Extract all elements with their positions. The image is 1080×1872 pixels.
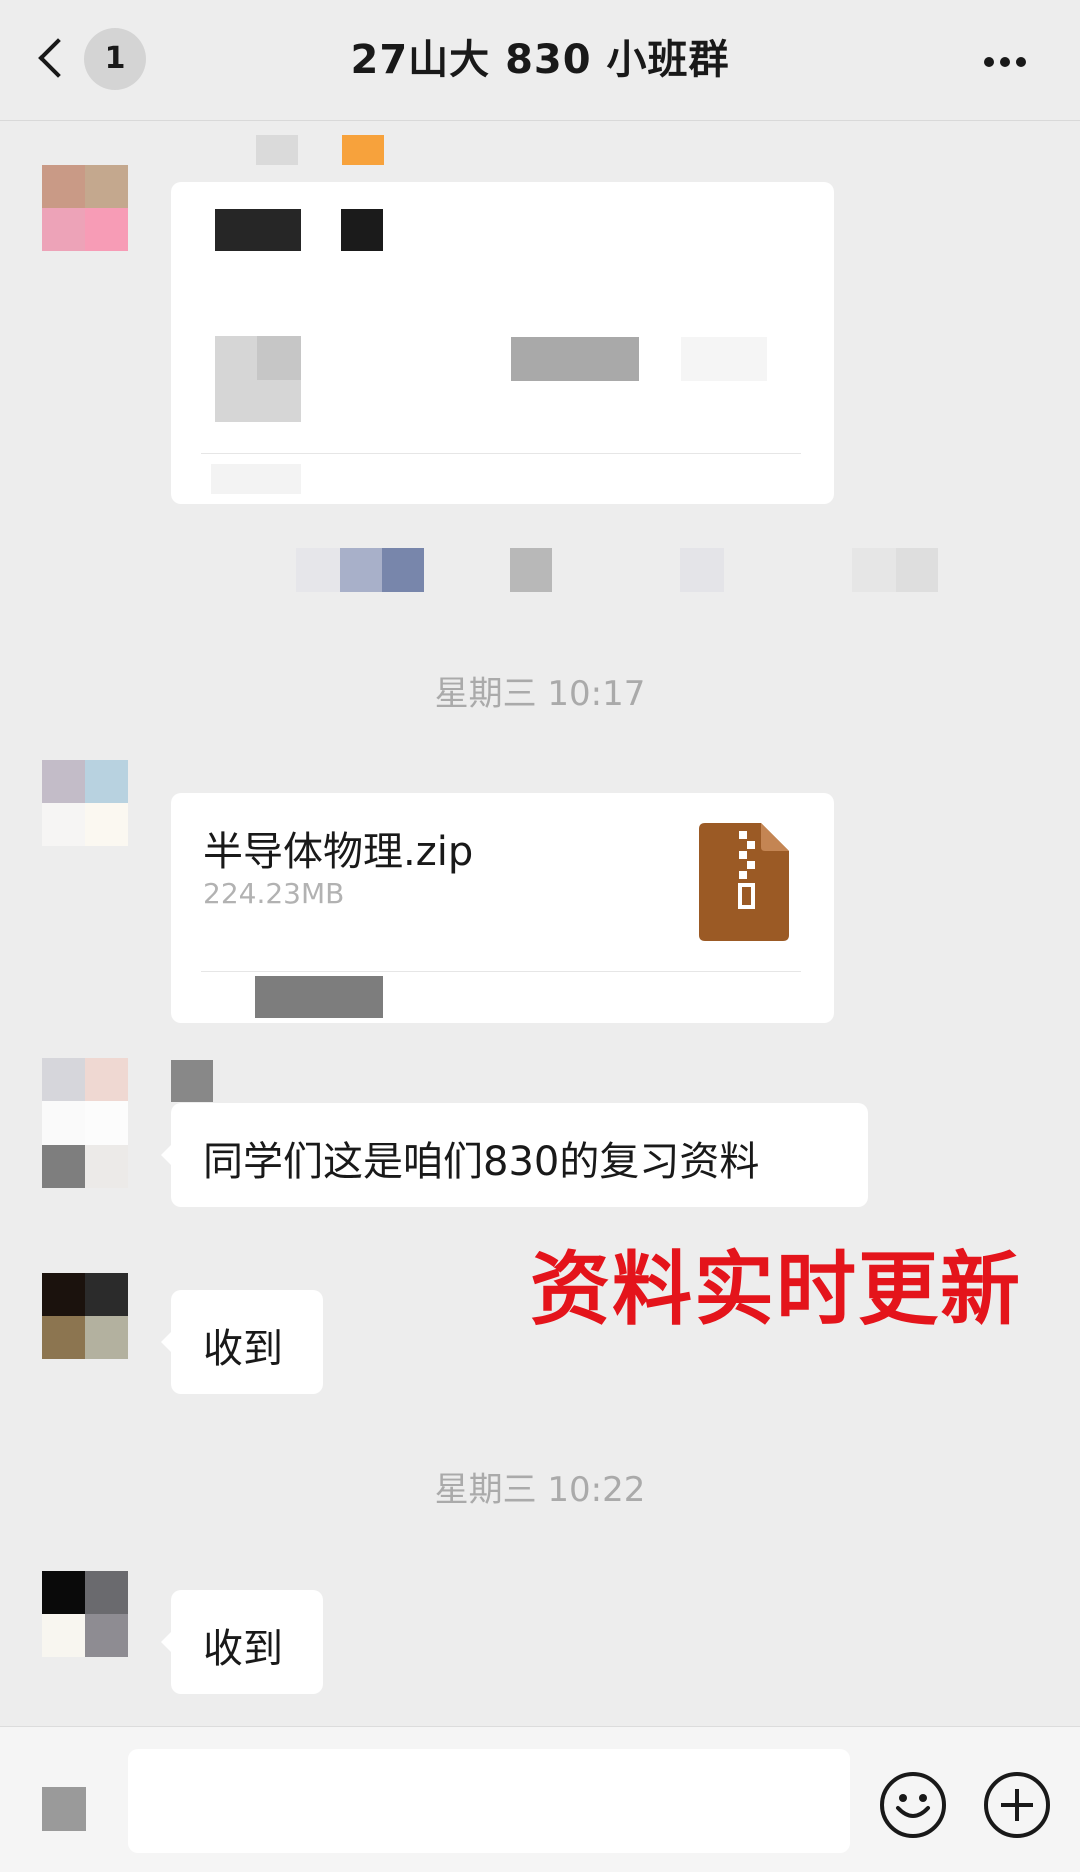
voice-icon[interactable] — [42, 1787, 86, 1831]
more-options-button[interactable] — [970, 30, 1040, 90]
back-button[interactable]: 1 — [30, 28, 170, 92]
file-message[interactable]: 半导体物理.zip 224.23MB — [171, 793, 834, 1023]
message-text: 收到 — [203, 1326, 283, 1372]
message-text: 收到 — [203, 1626, 283, 1672]
text-message[interactable]: 收到 — [161, 1590, 323, 1694]
message-input[interactable] — [128, 1749, 850, 1853]
chat-title: 27山大 830 小班群 — [350, 37, 730, 83]
more-dot-icon — [1016, 57, 1026, 67]
message-text: 同学们这是咱们830的复习资料 — [203, 1139, 760, 1185]
more-dot-icon — [984, 57, 994, 67]
avatar[interactable] — [42, 1273, 128, 1359]
sender-name-blurred — [170, 135, 470, 165]
avatar[interactable] — [42, 1571, 128, 1657]
avatar[interactable] — [42, 165, 128, 251]
avatar[interactable] — [42, 1058, 128, 1188]
plus-icon[interactable] — [984, 1772, 1050, 1838]
file-size: 224.23MB — [203, 877, 345, 910]
blurred-row — [296, 548, 946, 592]
shared-card-message[interactable] — [171, 182, 834, 504]
chevron-left-icon — [38, 38, 78, 78]
source-label-blurred — [255, 976, 383, 1018]
timestamp: 星期三 10:22 — [434, 1470, 646, 1510]
avatar[interactable] — [42, 760, 128, 846]
emoji-icon[interactable] — [880, 1772, 946, 1838]
promo-overlay-text: 资料实时更新 — [530, 1243, 1022, 1336]
sender-name-blurred — [171, 1060, 213, 1102]
unread-count-badge: 1 — [84, 28, 146, 90]
zip-file-icon — [699, 823, 789, 941]
more-dot-icon — [1000, 57, 1010, 67]
chat-header: 1 27山大 830 小班群 — [0, 0, 1080, 121]
text-message[interactable]: 收到 — [161, 1290, 323, 1394]
timestamp: 星期三 10:17 — [434, 674, 646, 714]
text-message[interactable]: 同学们这是咱们830的复习资料 — [161, 1103, 868, 1207]
file-name: 半导体物理.zip — [203, 829, 474, 875]
